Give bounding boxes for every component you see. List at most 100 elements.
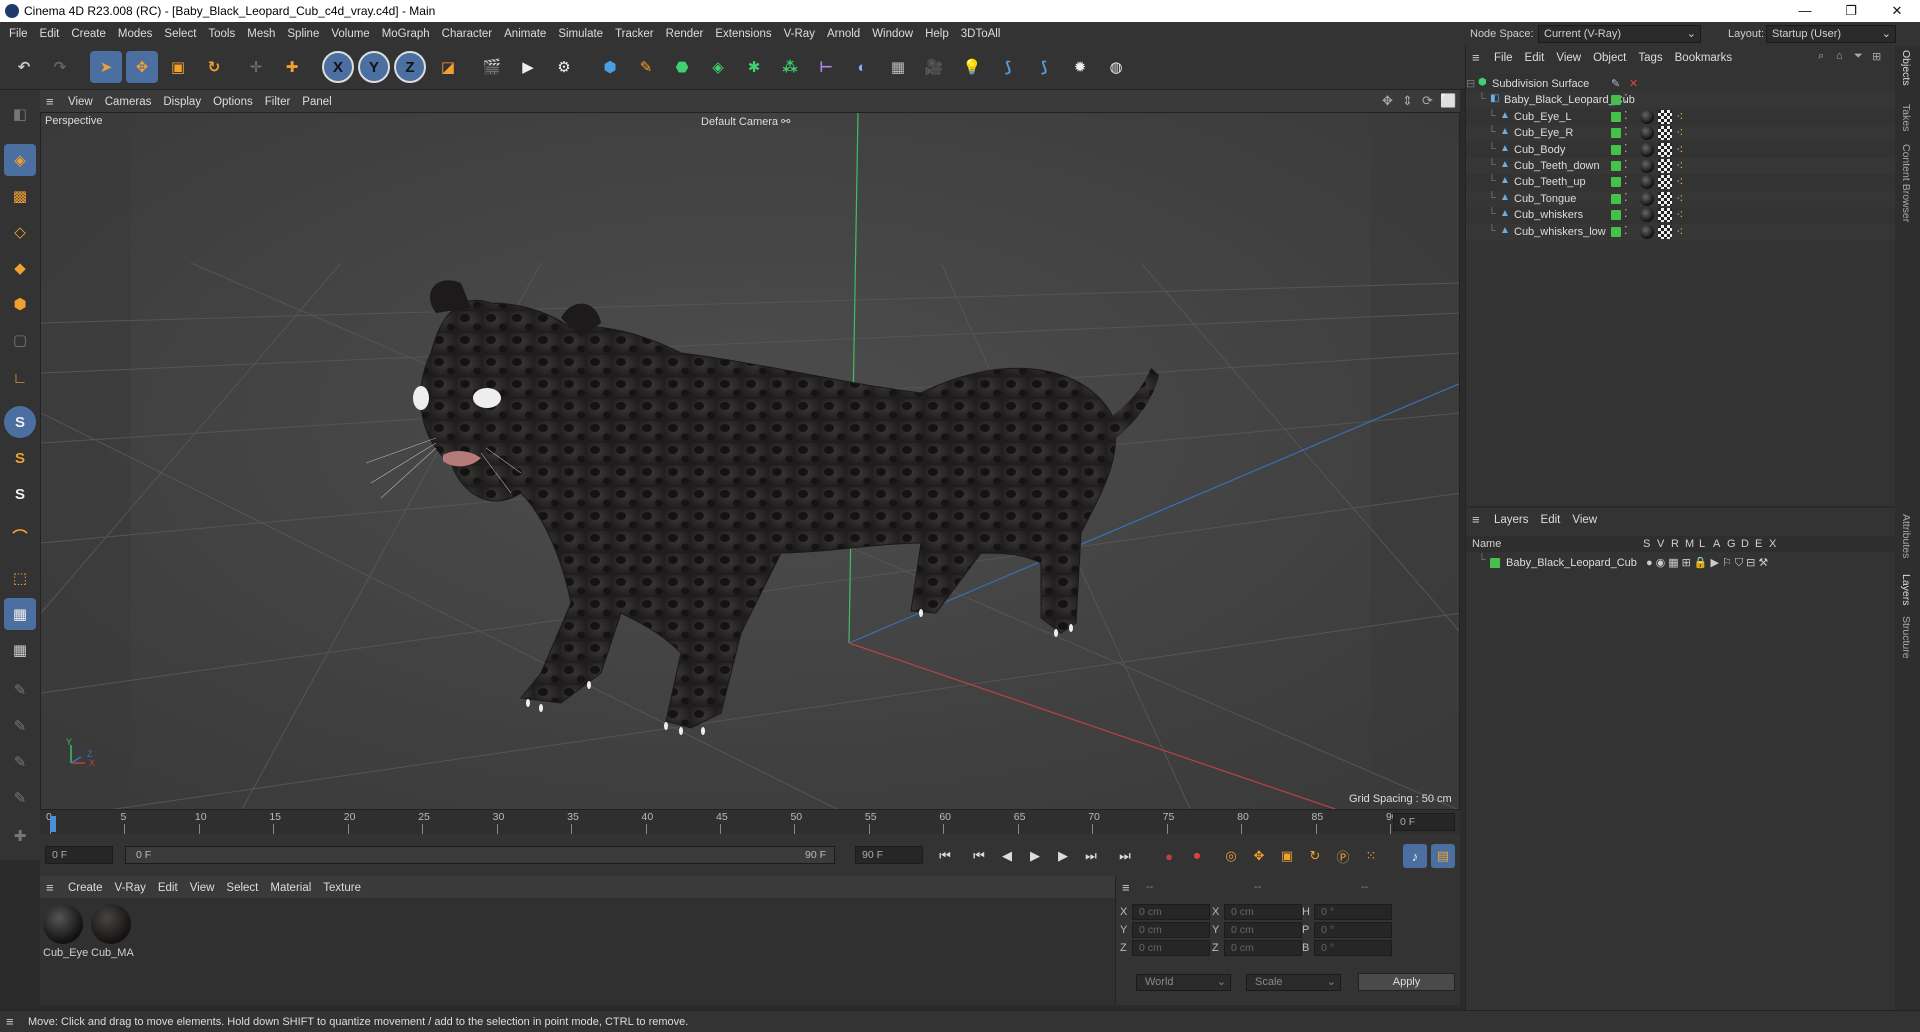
editor-visibility-toggle[interactable]: ✎ xyxy=(1611,77,1620,90)
deformer-icon[interactable]: ⊢ xyxy=(810,51,842,83)
material-menu-v-ray[interactable]: V-Ray xyxy=(109,876,152,900)
vray-globe-icon[interactable]: ◍ xyxy=(1100,51,1132,83)
visibility-dots[interactable]: ⁚ xyxy=(1624,174,1628,187)
play-icon[interactable]: ▶ xyxy=(1023,844,1047,868)
next-key-icon[interactable]: ⏭ xyxy=(1079,844,1103,868)
transform-tool-icon[interactable]: ✛ xyxy=(240,51,272,83)
coordinate-space-dropdown[interactable]: World ⌄ xyxy=(1136,974,1231,991)
object-row[interactable]: └ ▲ Cub_whiskers ⁚ ⁖ xyxy=(1466,207,1896,223)
menu-item-character[interactable]: Character xyxy=(436,22,499,46)
subdivision-icon[interactable]: ⬣ xyxy=(666,51,698,83)
visibility-dots[interactable]: ⁚ xyxy=(1624,109,1628,122)
layer-toggle-icons[interactable]: ●◉▦⊞🔒▶⚐⛉⊟⚒ xyxy=(1646,556,1771,570)
uvw-tag-icon[interactable] xyxy=(1658,208,1672,223)
layer-color-swatch[interactable] xyxy=(1611,193,1621,204)
record-keys-icon[interactable]: ● xyxy=(1157,844,1181,868)
spline-pen-icon[interactable]: ✎ xyxy=(630,51,662,83)
layout-dropdown[interactable]: Startup (User) ⌄ xyxy=(1766,25,1896,43)
magnet-icon[interactable]: ⌒ xyxy=(4,520,36,552)
visibility-dots[interactable]: ⁚ xyxy=(1624,191,1628,204)
locked-workplane-icon[interactable]: ▦ xyxy=(4,634,36,666)
pan-view-icon[interactable]: ✥ xyxy=(1382,93,1393,109)
layer-menu-view[interactable]: View xyxy=(1566,508,1603,532)
snap-settings-icon[interactable]: S xyxy=(4,442,36,474)
material-menu-create[interactable]: Create xyxy=(62,876,109,900)
workplane-snap-icon[interactable]: S xyxy=(4,478,36,510)
move-tool-icon[interactable]: ✥ xyxy=(126,51,158,83)
playhead[interactable] xyxy=(50,816,56,832)
uvw-tag-icon[interactable] xyxy=(1658,175,1672,190)
scale-tool-icon[interactable]: ▣ xyxy=(162,51,194,83)
polygons-mode-icon[interactable]: ⬢ xyxy=(4,288,36,320)
camera-icon[interactable]: 🎥 xyxy=(918,51,950,83)
hamburger-icon[interactable]: ≡ xyxy=(46,880,54,895)
rotation-b-field[interactable]: 0 ° xyxy=(1314,940,1392,956)
layer-color-swatch[interactable] xyxy=(1611,128,1621,139)
tab-objects[interactable]: Objects xyxy=(1900,50,1912,86)
new-window-icon[interactable]: ⊞ xyxy=(1872,50,1881,63)
visibility-dots[interactable]: ⁚ xyxy=(1624,224,1628,237)
workplane-icon[interactable]: ⬚ xyxy=(4,562,36,594)
object-menu-object[interactable]: Object xyxy=(1587,46,1632,70)
position-y-field[interactable]: 0 cm xyxy=(1132,922,1210,938)
key-pla-icon[interactable]: ⁙ xyxy=(1359,844,1383,868)
material-tag-icon[interactable] xyxy=(1640,191,1654,206)
vray-settings-icon[interactable]: ✹ xyxy=(1064,51,1096,83)
tab-attributes[interactable]: Attributes xyxy=(1900,514,1912,558)
visibility-dots[interactable]: ⁚ xyxy=(1624,158,1628,171)
rotate-tool-icon[interactable]: ↻ xyxy=(198,51,230,83)
object-row[interactable]: └ ▲ Cub_Tongue ⁚ ⁖ xyxy=(1466,190,1896,207)
material-tag-icon[interactable] xyxy=(1640,126,1654,141)
extrude-icon[interactable]: ◈ xyxy=(702,51,734,83)
object-row[interactable]: └ ▲ Cub_Teeth_up ⁚ ⁖ xyxy=(1466,174,1896,190)
layer-column-d[interactable]: D xyxy=(1741,538,1755,550)
rotate-view-icon[interactable]: ⟳ xyxy=(1422,93,1433,109)
camera-label[interactable]: Default Camera ⚯ xyxy=(701,115,790,128)
layer-menu-edit[interactable]: Edit xyxy=(1535,508,1567,532)
layer-column-s[interactable]: S xyxy=(1643,538,1657,550)
material-menu-edit[interactable]: Edit xyxy=(152,876,184,900)
menu-item-mesh[interactable]: Mesh xyxy=(241,22,281,46)
cloner-icon[interactable]: ✱ xyxy=(738,51,770,83)
key-rotation-icon[interactable]: ↻ xyxy=(1303,844,1327,868)
snap-icon[interactable]: S xyxy=(4,406,36,438)
visibility-dots[interactable]: ⁚ xyxy=(1624,125,1628,138)
menu-item-animate[interactable]: Animate xyxy=(498,22,552,46)
object-menu-file[interactable]: File xyxy=(1488,46,1519,70)
layer-color-swatch[interactable] xyxy=(1611,177,1621,188)
menu-item-simulate[interactable]: Simulate xyxy=(552,22,609,46)
menu-item-help[interactable]: Help xyxy=(919,22,955,46)
visibility-dots[interactable]: ⁚ xyxy=(1624,207,1628,220)
hamburger-icon[interactable]: ≡ xyxy=(6,1014,14,1029)
python-icon[interactable]: ⟆ xyxy=(992,51,1024,83)
object-row[interactable]: └ ◧ Baby_Black_Leopard_Cub ⁚ xyxy=(1466,92,1896,109)
redo-icon[interactable]: ↷ xyxy=(44,51,76,83)
placement-tool-icon[interactable]: ✚ xyxy=(276,51,308,83)
apply-button[interactable]: Apply xyxy=(1358,973,1455,991)
next-frame-icon[interactable]: ▶ xyxy=(1051,844,1075,868)
tab-structure[interactable]: Structure xyxy=(1900,616,1912,659)
material-swatch-cub-eye[interactable]: Cub_Eye xyxy=(43,904,88,959)
layer-color-swatch[interactable] xyxy=(1611,226,1621,237)
material-tag-icon[interactable] xyxy=(1640,159,1654,173)
size-z-field[interactable]: 0 cm xyxy=(1224,940,1302,956)
frame-range-slider[interactable]: 0 F 90 F xyxy=(125,846,835,864)
timeline-end-field[interactable]: 0 F xyxy=(1393,813,1455,831)
brush-icon[interactable]: ✎ xyxy=(4,674,36,706)
perspective-viewport[interactable]: Perspective Default Camera ⚯ Grid Spacin… xyxy=(40,112,1460,810)
timeline-window-icon[interactable]: ▤ xyxy=(1431,844,1455,868)
vray-tag-icon[interactable]: ⁖ xyxy=(1676,158,1684,174)
vray-tag-icon[interactable]: ⁖ xyxy=(1676,174,1684,190)
menu-item-file[interactable]: File xyxy=(3,22,34,46)
menu-item-v-ray[interactable]: V-Ray xyxy=(778,22,821,46)
layer-column-e[interactable]: E xyxy=(1755,538,1769,550)
layer-color-swatch[interactable] xyxy=(1490,558,1500,568)
field-icon[interactable]: ◐ xyxy=(846,51,878,83)
tab-takes[interactable]: Takes xyxy=(1900,104,1912,131)
uvw-tag-icon[interactable] xyxy=(1658,224,1672,239)
node-space-dropdown[interactable]: Current (V-Ray) ⌄ xyxy=(1538,25,1701,43)
object-row[interactable]: └ ▲ Cub_Teeth_down ⁚ ⁖ xyxy=(1466,158,1896,174)
viewport-menu-display[interactable]: Display xyxy=(157,90,207,114)
coordinate-system-icon[interactable]: ◪ xyxy=(432,51,464,83)
edges-mode-icon[interactable]: ◆ xyxy=(4,252,36,284)
